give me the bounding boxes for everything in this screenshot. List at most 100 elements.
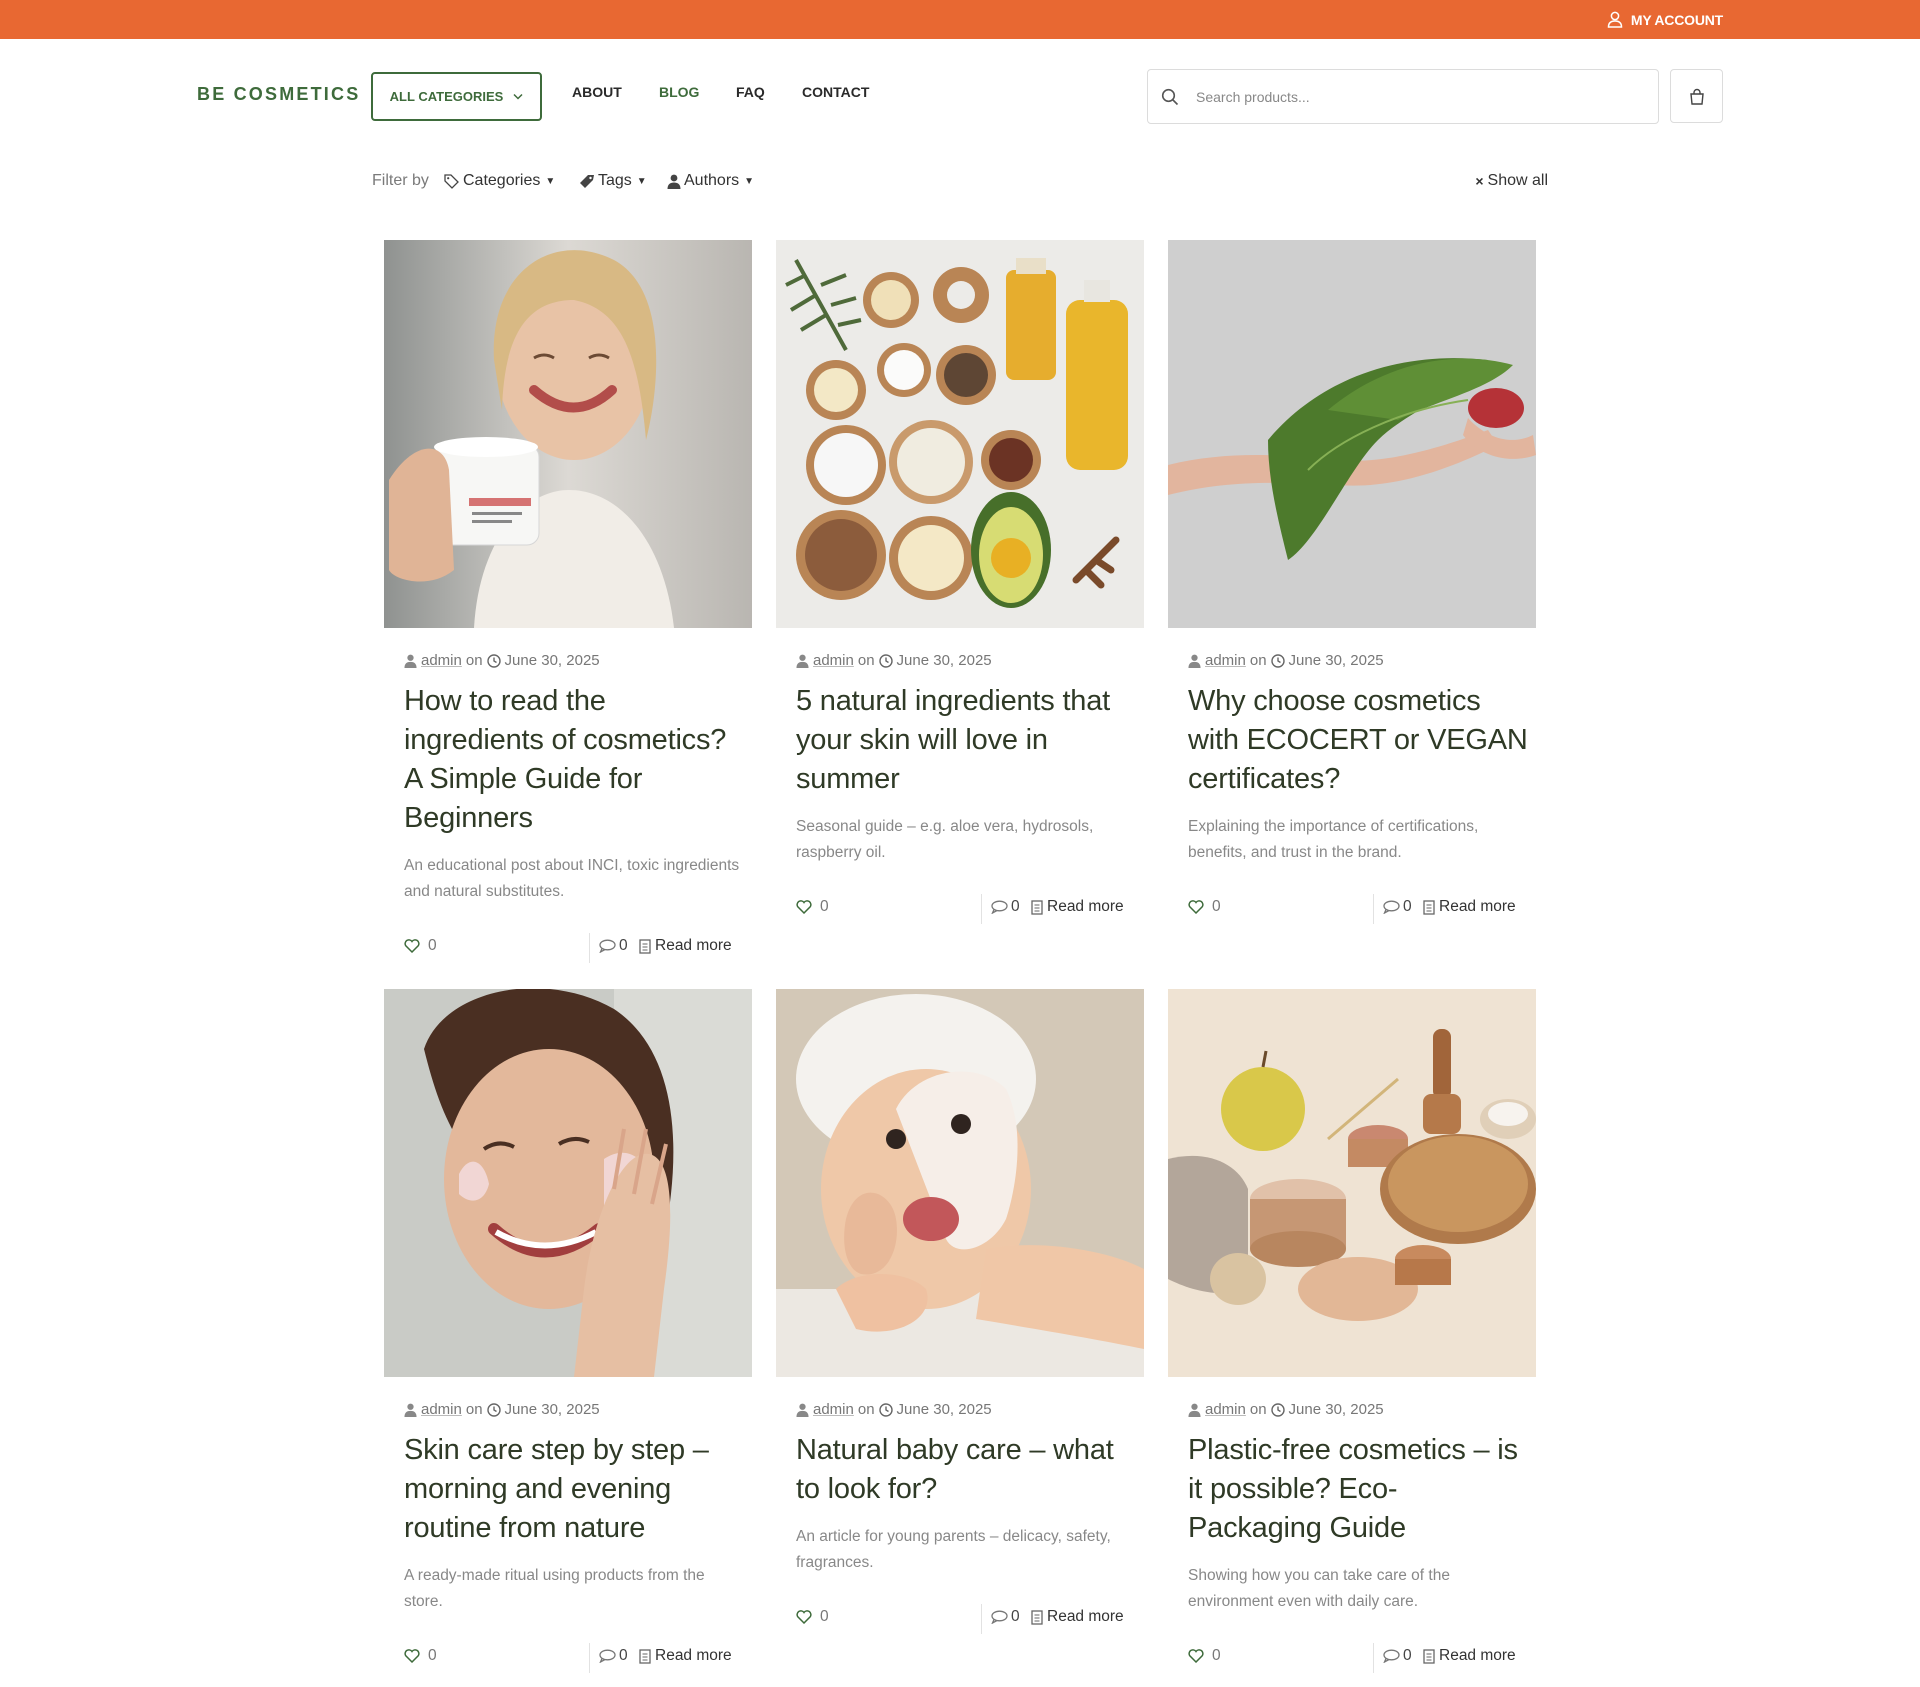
post-actions: 0 0 Read more <box>404 933 739 963</box>
post-author[interactable]: admin <box>421 1401 462 1418</box>
post-date: June 30, 2025 <box>504 1401 600 1418</box>
my-account-link[interactable]: MY ACCOUNT <box>1607 0 1723 39</box>
heart-icon <box>796 1610 812 1624</box>
post-title[interactable]: Skin care step by step – morning and eve… <box>404 1431 744 1548</box>
tag-icon <box>580 174 594 188</box>
document-icon <box>639 1648 651 1664</box>
post-date: June 30, 2025 <box>896 1401 992 1418</box>
document-icon <box>639 938 651 954</box>
filter-tags[interactable]: Tags ▼ <box>579 172 647 190</box>
comments-link[interactable]: 0 <box>1383 1647 1412 1665</box>
clock-icon <box>486 653 501 668</box>
post-on: on <box>857 652 875 669</box>
comment-count: 0 <box>1403 898 1412 915</box>
filter-categories[interactable]: Categories ▼ <box>444 172 555 190</box>
chevron-down-icon <box>513 93 523 100</box>
read-more-link[interactable]: Read more <box>639 1647 732 1665</box>
read-more-link[interactable]: Read more <box>639 937 732 955</box>
nav-about[interactable]: ABOUT <box>572 84 622 100</box>
post-image[interactable] <box>1168 989 1536 1377</box>
like-count: 0 <box>820 898 829 915</box>
user-icon <box>1607 11 1623 28</box>
post-card: admin on June 30, 2025 Natural baby care… <box>776 989 1144 1649</box>
divider <box>589 1643 590 1673</box>
show-all-label: Show all <box>1487 172 1548 189</box>
post-image[interactable] <box>384 989 752 1377</box>
search-box <box>1147 69 1659 124</box>
like-button[interactable]: 0 <box>796 1608 829 1626</box>
comments-link[interactable]: 0 <box>991 1608 1020 1626</box>
post-title[interactable]: 5 natural ingredients that your skin wil… <box>796 682 1136 799</box>
heart-icon <box>1188 900 1204 914</box>
shopping-bag-icon <box>1689 88 1704 105</box>
post-image[interactable] <box>776 989 1144 1377</box>
post-image[interactable] <box>1168 240 1536 628</box>
post-meta: admin on June 30, 2025 <box>1188 1401 1384 1418</box>
person-icon <box>796 1403 809 1417</box>
comments-link[interactable]: 0 <box>599 1647 628 1665</box>
filter-categories-label: Categories <box>463 172 541 189</box>
post-card: admin on June 30, 2025 Why choose cosmet… <box>1168 240 1536 930</box>
site-logo[interactable]: BE COSMETICS <box>197 84 360 105</box>
nav-blog[interactable]: BLOG <box>659 84 699 100</box>
top-bar: MY ACCOUNT <box>0 0 1920 39</box>
person-icon <box>404 1403 417 1417</box>
comments-link[interactable]: 0 <box>1383 898 1412 916</box>
post-title[interactable]: How to read the ingredients of cosmetics… <box>404 682 744 838</box>
filter-authors[interactable]: Authors ▼ <box>667 172 754 190</box>
like-button[interactable]: 0 <box>1188 898 1221 916</box>
cart-button[interactable] <box>1670 69 1723 123</box>
clock-icon <box>878 653 893 668</box>
show-all-link[interactable]: × Show all <box>1475 172 1548 190</box>
search-input[interactable] <box>1196 70 1646 123</box>
heart-icon <box>1188 1649 1204 1663</box>
like-button[interactable]: 0 <box>796 898 829 916</box>
read-more-label: Read more <box>1439 898 1516 915</box>
read-more-link[interactable]: Read more <box>1031 1608 1124 1626</box>
read-more-link[interactable]: Read more <box>1031 898 1124 916</box>
read-more-link[interactable]: Read more <box>1423 898 1516 916</box>
post-excerpt: A ready-made ritual using products from … <box>404 1567 705 1610</box>
comment-icon <box>599 939 616 953</box>
post-on: on <box>1249 652 1267 669</box>
person-icon <box>796 654 809 668</box>
nav-faq[interactable]: FAQ <box>736 84 765 100</box>
like-button[interactable]: 0 <box>404 1647 437 1665</box>
divider <box>981 894 982 924</box>
post-author[interactable]: admin <box>813 652 854 669</box>
post-title[interactable]: Plastic-free cosmetics – is it possible?… <box>1188 1431 1528 1548</box>
post-on: on <box>465 652 483 669</box>
document-icon <box>1031 899 1043 915</box>
post-date: June 30, 2025 <box>1288 652 1384 669</box>
post-meta: admin on June 30, 2025 <box>404 652 600 669</box>
comments-link[interactable]: 0 <box>599 937 628 955</box>
post-actions: 0 0 Read more <box>1188 1643 1523 1673</box>
post-date: June 30, 2025 <box>1288 1401 1384 1418</box>
post-actions: 0 0 Read more <box>1188 894 1523 924</box>
person-icon <box>667 174 681 189</box>
all-categories-button[interactable]: ALL CATEGORIES <box>371 72 542 121</box>
read-more-link[interactable]: Read more <box>1423 1647 1516 1665</box>
tags-icon <box>444 173 459 189</box>
comment-count: 0 <box>1011 1608 1020 1625</box>
post-author[interactable]: admin <box>1205 1401 1246 1418</box>
post-image[interactable] <box>776 240 1144 628</box>
post-image[interactable] <box>384 240 752 628</box>
post-author[interactable]: admin <box>813 1401 854 1418</box>
clock-icon <box>486 1402 501 1417</box>
post-title[interactable]: Natural baby care – what to look for? <box>796 1431 1136 1509</box>
comments-link[interactable]: 0 <box>991 898 1020 916</box>
like-count: 0 <box>1212 1647 1221 1664</box>
post-meta: admin on June 30, 2025 <box>796 652 992 669</box>
post-author[interactable]: admin <box>421 652 462 669</box>
like-button[interactable]: 0 <box>404 937 437 955</box>
post-title[interactable]: Why choose cosmetics with ECOCERT or VEG… <box>1188 682 1528 799</box>
filter-authors-label: Authors <box>684 172 740 189</box>
clock-icon <box>878 1402 893 1417</box>
post-card: admin on June 30, 2025 5 natural ingredi… <box>776 240 1144 930</box>
comment-icon <box>599 1649 616 1663</box>
like-button[interactable]: 0 <box>1188 1647 1221 1665</box>
nav-contact[interactable]: CONTACT <box>802 84 869 100</box>
post-excerpt: Showing how you can take care of the env… <box>1188 1567 1450 1610</box>
post-author[interactable]: admin <box>1205 652 1246 669</box>
